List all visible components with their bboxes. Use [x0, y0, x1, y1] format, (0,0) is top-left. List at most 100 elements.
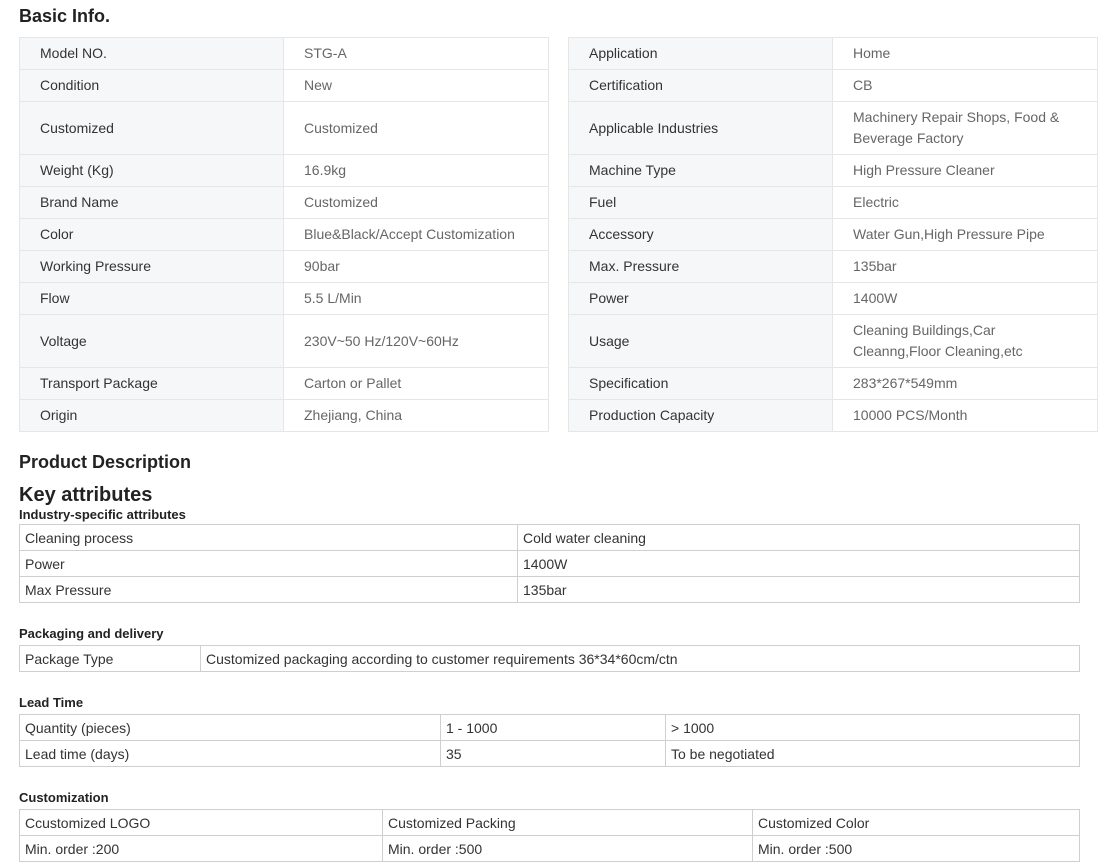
attribute-cell: Customized Color: [752, 809, 1080, 836]
attribute-row: Power 1400W: [19, 550, 1080, 577]
attribute-cell: Customized packaging according to custom…: [200, 645, 1080, 672]
lead-time-table: Quantity (pieces) 1 - 1000 > 1000 Lead time…: [19, 714, 1080, 767]
spec-row: Condition New: [19, 69, 549, 102]
attribute-row: Cleaning process Cold water cleaning: [19, 524, 1080, 551]
spec-row: Transport Package Carton or Pallet: [19, 367, 549, 400]
attribute-cell: > 1000: [665, 714, 1080, 741]
spec-value: Blue&Black/Accept Customization: [283, 218, 549, 251]
attribute-cell: Package Type: [19, 645, 201, 672]
spec-row: Power 1400W: [568, 282, 1098, 315]
basic-info-table-right: Application Home Certification CB Applicable…: [568, 37, 1098, 432]
spec-value: 90bar: [283, 250, 549, 283]
attribute-cell: 135bar: [517, 576, 1080, 603]
spec-row: Model NO. STG-A: [19, 37, 549, 70]
attribute-cell: 1400W: [517, 550, 1080, 577]
spec-row: Application Home: [568, 37, 1098, 70]
spec-row: Working Pressure 90bar: [19, 250, 549, 283]
attribute-cell: Min. order :500: [752, 835, 1080, 862]
spec-label: Application: [568, 37, 833, 70]
spec-label: Color: [19, 218, 284, 251]
spec-row: Max. Pressure 135bar: [568, 250, 1098, 283]
spec-value: High Pressure Cleaner: [832, 154, 1098, 187]
spec-row: Voltage 230V~50 Hz/120V~60Hz: [19, 314, 549, 368]
lead-time-heading: Lead Time: [19, 695, 84, 710]
spec-value: Home: [832, 37, 1098, 70]
spec-value: 135bar: [832, 250, 1098, 283]
spec-label: Transport Package: [19, 367, 284, 400]
attribute-row: Package Type Customized packaging accordi…: [19, 645, 1080, 672]
spec-value: Carton or Pallet: [283, 367, 549, 400]
attribute-cell: 1 - 1000: [440, 714, 666, 741]
spec-row: Flow 5.5 L/Min: [19, 282, 549, 315]
spec-value: 5.5 L/Min: [283, 282, 549, 315]
spec-label: Power: [568, 282, 833, 315]
spec-label: Brand Name: [19, 186, 284, 219]
spec-value: 230V~50 Hz/120V~60Hz: [283, 314, 549, 368]
attribute-cell: Ccustomized LOGO: [19, 809, 383, 836]
spec-label: Accessory: [568, 218, 833, 251]
industry-attributes-heading: Industry-specific attributes: [19, 507, 186, 522]
spec-value: Customized: [283, 101, 549, 155]
industry-attributes-table: Cleaning process Cold water cleaning Power…: [19, 524, 1080, 603]
spec-row: Customized Customized: [19, 101, 549, 155]
spec-label: Weight (Kg): [19, 154, 284, 187]
spec-label: Flow: [19, 282, 284, 315]
attribute-row: Min. order :200 Min. order :500 Min. order…: [19, 835, 1080, 862]
spec-label: Applicable Industries: [568, 101, 833, 155]
spec-row: Machine Type High Pressure Cleaner: [568, 154, 1098, 187]
spec-row: Color Blue&Black/Accept Customization: [19, 218, 549, 251]
attribute-cell: To be negotiated: [665, 740, 1080, 767]
spec-row: Accessory Water Gun,High Pressure Pipe: [568, 218, 1098, 251]
spec-row: Usage Cleaning Buildings,Car Cleanng,Floo…: [568, 314, 1098, 368]
spec-row: Fuel Electric: [568, 186, 1098, 219]
spec-row: Brand Name Customized: [19, 186, 549, 219]
attribute-row: Ccustomized LOGO Customized Packing Custom…: [19, 809, 1080, 836]
spec-label: Origin: [19, 399, 284, 432]
spec-value: 10000 PCS/Month: [832, 399, 1098, 432]
spec-row: Applicable Industries Machinery Repair Sh…: [568, 101, 1098, 155]
attribute-row: Lead time (days) 35 To be negotiated: [19, 740, 1080, 767]
spec-label: Production Capacity: [568, 399, 833, 432]
spec-row: Weight (Kg) 16.9kg: [19, 154, 549, 187]
attribute-row: Max Pressure 135bar: [19, 576, 1080, 603]
packaging-heading: Packaging and delivery: [19, 626, 164, 641]
product-description-heading: Product Description: [19, 452, 192, 472]
spec-label: Usage: [568, 314, 833, 368]
spec-value: CB: [832, 69, 1098, 102]
spec-label: Condition: [19, 69, 284, 102]
spec-label: Model NO.: [19, 37, 284, 70]
spec-label: Specification: [568, 367, 833, 400]
basic-info-heading: Basic Info.: [19, 6, 111, 26]
spec-value: Electric: [832, 186, 1098, 219]
spec-row: Specification 283*267*549mm: [568, 367, 1098, 400]
packaging-table: Package Type Customized packaging accordi…: [19, 645, 1080, 672]
spec-value: 283*267*549mm: [832, 367, 1098, 400]
spec-label: Voltage: [19, 314, 284, 368]
attribute-cell: Power: [19, 550, 518, 577]
spec-label: Working Pressure: [19, 250, 284, 283]
spec-value: New: [283, 69, 549, 102]
spec-row: Certification CB: [568, 69, 1098, 102]
attribute-cell: Min. order :200: [19, 835, 383, 862]
attribute-cell: Cold water cleaning: [517, 524, 1080, 551]
spec-label: Customized: [19, 101, 284, 155]
spec-value: Water Gun,High Pressure Pipe: [832, 218, 1098, 251]
customization-heading: Customization: [19, 790, 109, 805]
spec-label: Fuel: [568, 186, 833, 219]
attribute-cell: 35: [440, 740, 666, 767]
spec-value: Customized: [283, 186, 549, 219]
spec-value: STG-A: [283, 37, 549, 70]
spec-value: Cleaning Buildings,Car Cleanng,Floor Cle…: [832, 314, 1098, 368]
attribute-cell: Lead time (days): [19, 740, 441, 767]
attribute-cell: Min. order :500: [382, 835, 753, 862]
spec-value: Machinery Repair Shops, Food & Beverage …: [832, 101, 1098, 155]
spec-label: Max. Pressure: [568, 250, 833, 283]
spec-label: Machine Type: [568, 154, 833, 187]
attribute-cell: Quantity (pieces): [19, 714, 441, 741]
customization-table: Ccustomized LOGO Customized Packing Custom…: [19, 809, 1080, 862]
attribute-cell: Customized Packing: [382, 809, 753, 836]
attribute-row: Quantity (pieces) 1 - 1000 > 1000: [19, 714, 1080, 741]
spec-value: 16.9kg: [283, 154, 549, 187]
attribute-cell: Max Pressure: [19, 576, 518, 603]
attribute-cell: Cleaning process: [19, 524, 518, 551]
